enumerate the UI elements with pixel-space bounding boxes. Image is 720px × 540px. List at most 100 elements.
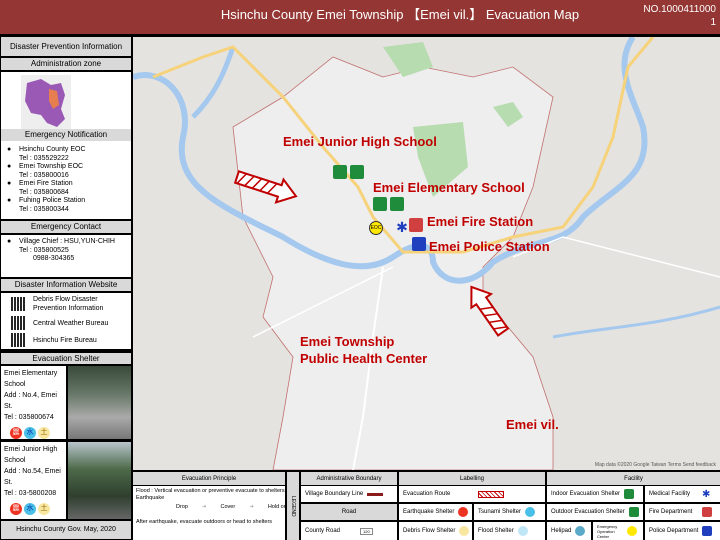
earthquake-shelter-icon: [458, 507, 469, 517]
road-heading: Road: [301, 504, 397, 520]
map-title: Hsinchu County Emei Township 【Emei vil.】…: [220, 7, 580, 22]
medical-facility-icon: ✱: [702, 488, 711, 500]
legend-column-label: LEGEND: [287, 472, 299, 540]
emergency-contact-panel: Village Chief : HSU,YUN-CHIHTel : 035800…: [1, 235, 131, 277]
labelling-heading: Labelling: [399, 472, 545, 485]
eoc-icon: [627, 526, 637, 536]
cover-step: Cover: [220, 504, 236, 510]
website-link-debris-flow[interactable]: Debris Flow Disaster Prevention Informat…: [11, 295, 113, 313]
indoor-shelter-icon[interactable]: [333, 165, 347, 179]
drop-step: Drop: [176, 504, 188, 510]
evacuation-principle-heading: Evacuation Principle: [133, 472, 285, 485]
legend-village-boundary: Village Boundary Line: [301, 486, 397, 502]
legend-indoor-shelter: Indoor Evacuation Shelter: [547, 486, 643, 502]
qr-code-icon: [11, 316, 25, 330]
notification-item: Fuhing Police StationTel : 035800344: [7, 197, 127, 214]
label-village: Emei vil.: [506, 417, 559, 432]
shelter-card-junior-high: Emei Junior High School Add : No.54, Eme…: [1, 442, 66, 519]
legend-fire-dept: Fire Department: [645, 504, 720, 520]
shelter-photo-junior-high: [68, 442, 131, 519]
notification-item: Emei Township EOCTel : 035800016: [7, 163, 127, 180]
legend-outdoor-shelter: Outdoor Evacuation Shelter: [547, 504, 643, 520]
boundary-line-swatch: [367, 492, 384, 496]
document-number: NO.1000411000 1: [643, 3, 716, 29]
shelter-address: Add : No.54, Emei St.: [4, 468, 61, 486]
outdoor-shelter-icon: [628, 507, 639, 517]
label-elementary-school[interactable]: Emei Elementary School: [373, 180, 525, 195]
notification-item: Hsinchu County EOCTel : 035529222: [7, 146, 127, 163]
shelter-name: Emei Junior High School: [4, 446, 58, 464]
shelter-phone: Tel : 03-5800208: [4, 490, 57, 497]
facility-heading: Facility: [547, 472, 720, 485]
legend-debris-flow-shelter: Debris Flow Shelter: [399, 522, 472, 540]
doc-number-line1: NO.1000411000: [643, 4, 716, 15]
shelter-photo-elementary: [68, 366, 131, 439]
shelter-address: Add : No.4, Emei St.: [4, 392, 57, 410]
qr-code-icon: [11, 297, 25, 311]
flood-shelter-icon: [517, 526, 528, 536]
label-health-center[interactable]: Emei Township Public Health Center: [300, 333, 427, 367]
qr-code-icon: [11, 333, 25, 347]
legend-flood-shelter: Flood Shelter: [474, 522, 545, 540]
label-police-station[interactable]: Emei Police Station: [429, 239, 550, 254]
flood-shelter-icon: 水: [24, 427, 36, 439]
legend-evac-route: Evacuation Route: [399, 486, 545, 502]
shelter-name: Emei Elementary School: [4, 370, 58, 388]
police-department-icon: [702, 526, 713, 536]
county-road-shield-icon: 120: [360, 527, 373, 535]
legend-eoc: Emergency Operation Center: [593, 522, 643, 540]
disaster-info-heading: Disaster Prevention Information: [1, 37, 131, 56]
evacuation-map[interactable]: Emei Junior High School Emei Elementary …: [133, 37, 720, 470]
debris-flow-shelter-icon: 土: [38, 503, 50, 515]
info-sidebar: Disaster Prevention Information Administ…: [0, 37, 132, 540]
notification-item: Emei Fire StationTel : 035800684: [7, 180, 127, 197]
evacuation-principle-panel: Flood : Vertical evacuation or preventiv…: [133, 486, 287, 540]
shelter-heading: Evacuation Shelter: [1, 353, 131, 364]
legend-earthquake-shelter: Earthquake Shelter: [399, 504, 472, 520]
hold-on-step: Hold on: [267, 504, 287, 510]
eoc-icon[interactable]: EOC: [369, 221, 383, 235]
shelter-card-elementary: Emei Elementary School Add : No.4, Emei …: [1, 366, 66, 439]
emergency-notification-panel: Hsinchu County EOCTel : 035529222 Emei T…: [1, 143, 131, 219]
police-department-icon[interactable]: [412, 237, 426, 251]
indoor-shelter-icon[interactable]: [373, 197, 387, 211]
website-panel: Debris Flow Disaster Prevention Informat…: [1, 293, 131, 349]
emergency-contact-heading: Emergency Contact: [1, 221, 131, 233]
legend-helipad: Helipad: [547, 522, 591, 540]
zone-map-thumbnail: [21, 75, 71, 130]
legend-tsunami-shelter: Tsunami Shelter: [474, 504, 545, 520]
admin-boundary-heading: Administrative Boundary: [301, 472, 397, 485]
debris-flow-shelter-icon: [459, 526, 470, 536]
arrow-right-icon: ➜: [201, 504, 207, 510]
debris-flow-shelter-icon: 土: [38, 427, 50, 439]
map-base-layer: [133, 37, 720, 470]
tsunami-shelter-icon: [525, 507, 536, 517]
helipad-icon: [575, 526, 586, 536]
publisher-note: Hsinchu County Gov. May, 2020: [1, 521, 131, 539]
shelter-phone: Tel : 035800674: [4, 414, 54, 421]
indoor-shelter-icon: [624, 489, 635, 499]
legend-county-road: County Road 120: [301, 522, 397, 540]
website-link-fire-bureau[interactable]: Hsinchu Fire Bureau: [11, 333, 97, 347]
doc-number-line2: 1: [710, 17, 716, 28]
map-credit: Map data ©2020 Google Taiwan Terms Send …: [594, 462, 716, 468]
outdoor-shelter-icon[interactable]: [390, 197, 404, 211]
fire-department-icon[interactable]: [409, 218, 423, 232]
emergency-notification-heading: Emergency Notification: [1, 129, 131, 141]
medical-facility-icon[interactable]: ✱: [395, 220, 409, 234]
village-chief-contact: Village Chief : HSU,YUN-CHIHTel : 035800…: [7, 238, 127, 264]
arrow-right-icon: ➜: [249, 504, 254, 510]
flood-shelter-icon: 水: [24, 503, 36, 515]
fire-department-icon: [702, 507, 713, 517]
outdoor-shelter-icon[interactable]: [350, 165, 364, 179]
legend-medical: Medical Facility ✱: [645, 486, 720, 502]
evac-route-arrow-icon: [478, 490, 505, 498]
website-heading: Disaster Information Website: [1, 279, 131, 291]
label-junior-high-school[interactable]: Emei Junior High School: [283, 134, 437, 149]
earthquake-shelter-icon: 震: [10, 427, 22, 439]
admin-zone-heading: Administration zone: [1, 58, 131, 70]
map-header: Hsinchu County Emei Township 【Emei vil.】…: [0, 0, 720, 34]
earthquake-shelter-icon: 震: [10, 503, 22, 515]
website-link-weather-bureau[interactable]: Central Weather Bureau: [11, 316, 108, 330]
label-fire-station[interactable]: Emei Fire Station: [427, 214, 533, 229]
